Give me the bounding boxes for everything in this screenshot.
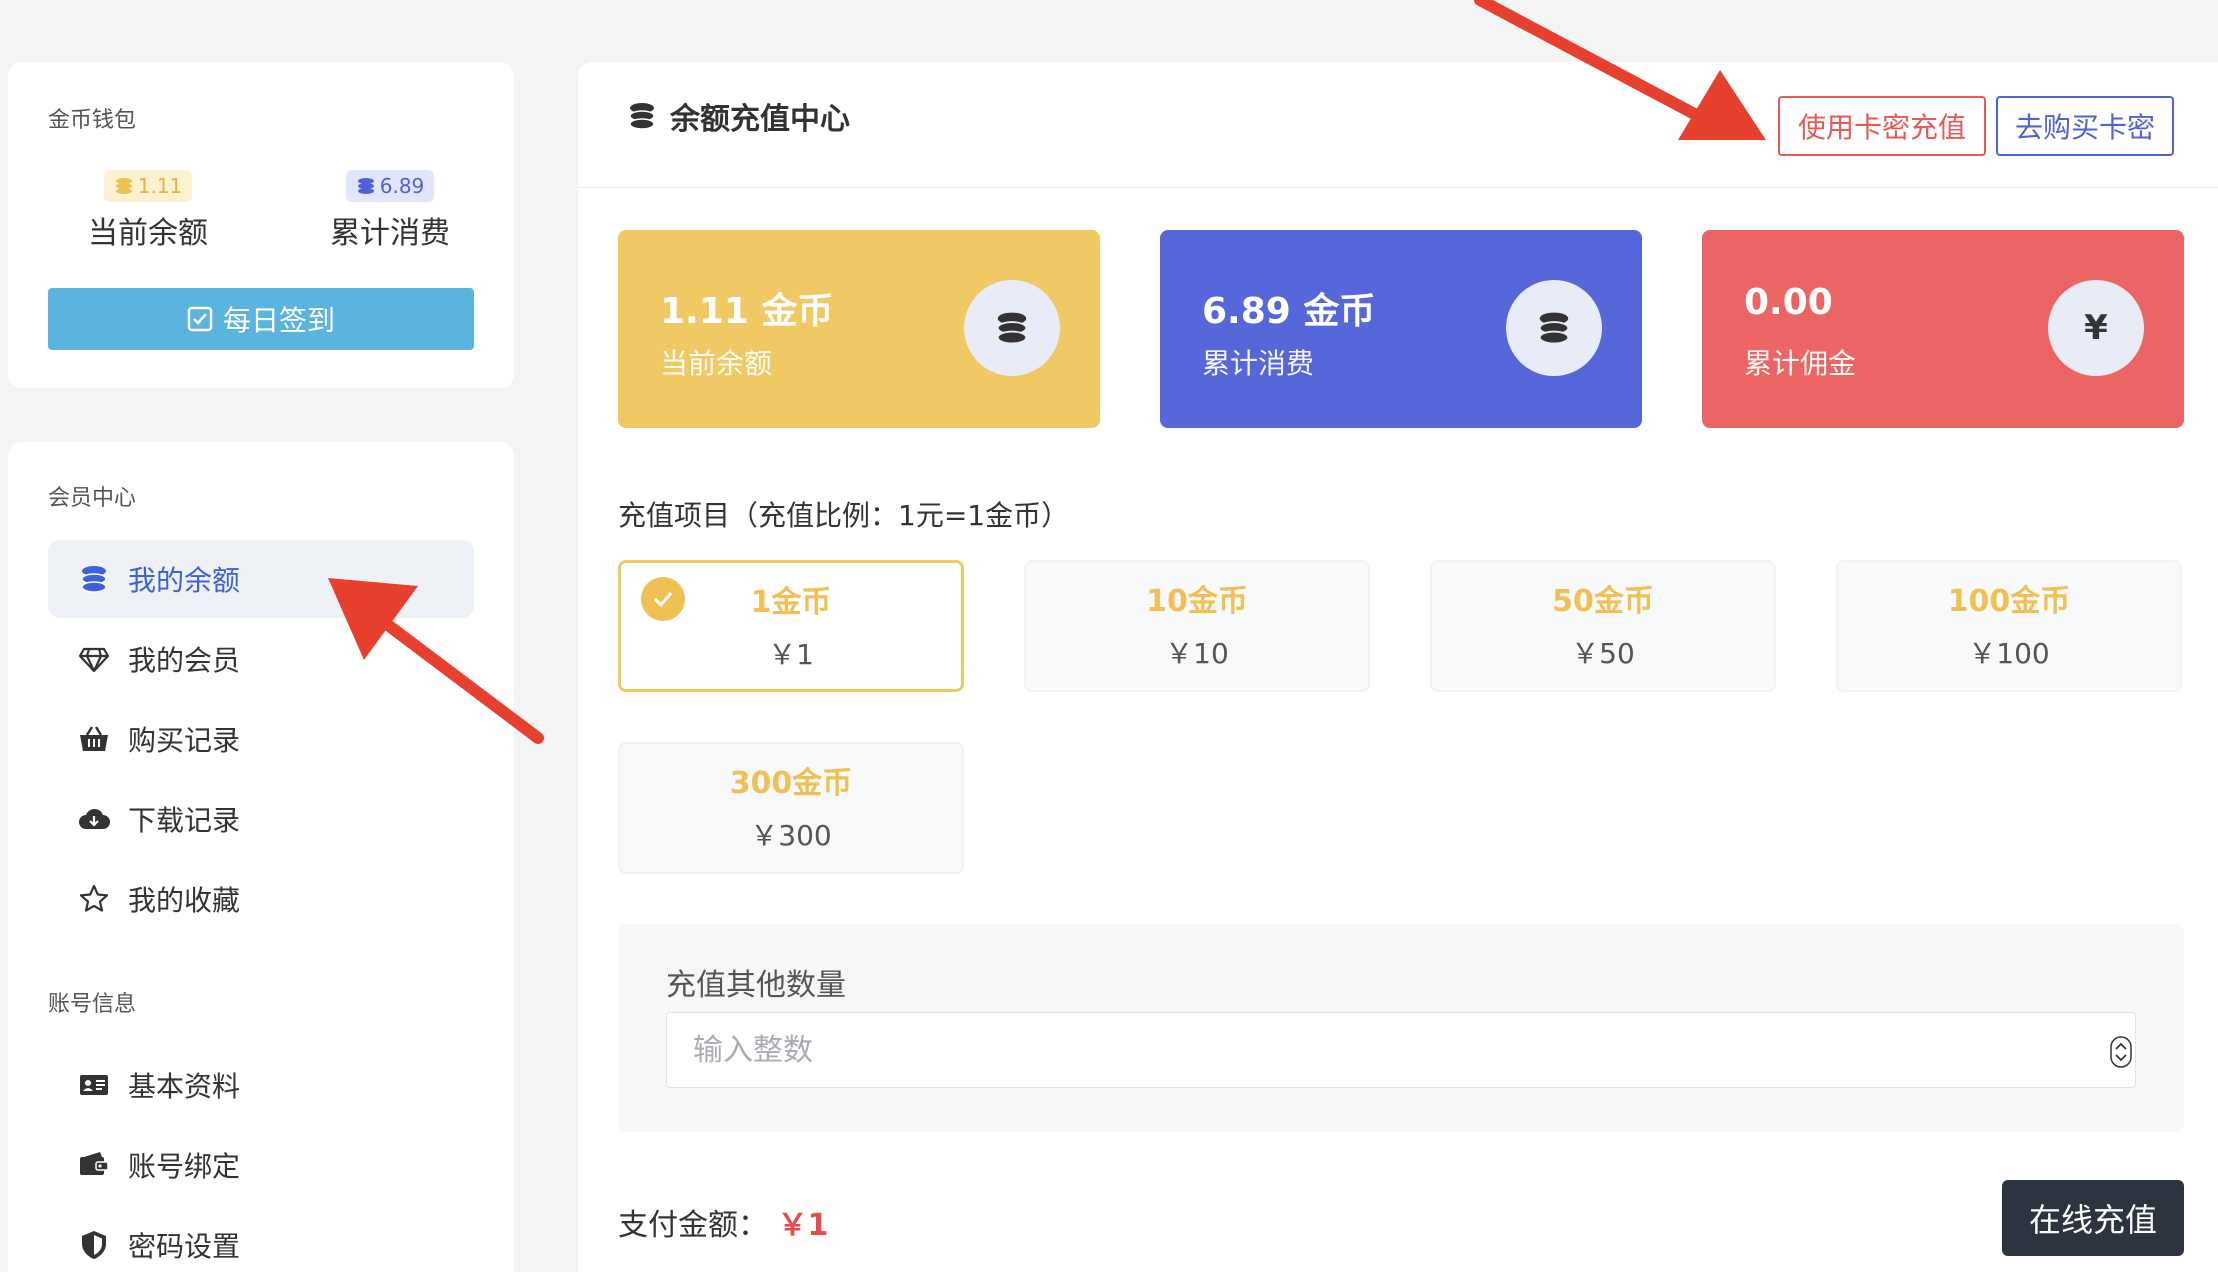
other-amount-input[interactable]	[666, 1012, 2136, 1088]
balance-value: 1.11	[137, 174, 183, 198]
use-card-recharge-button[interactable]: 使用卡密充值	[1778, 96, 1986, 156]
pay-amount-label: 支付金额：	[618, 1208, 768, 1243]
sidebar-item-label: 基本资料	[128, 1070, 241, 1103]
sidebar-item-password[interactable]: 密码设置	[48, 1206, 474, 1272]
option-price: ￥50	[1571, 637, 1635, 670]
sidebar-item-membership[interactable]: 我的会员	[48, 620, 474, 698]
buy-card-button[interactable]: 去购买卡密	[1996, 96, 2174, 156]
pay-amount-row: 支付金额： ￥1	[618, 1200, 828, 1244]
sidebar-item-label: 下载记录	[128, 804, 241, 837]
spent-card: 6.89 金币 累计消费	[1160, 230, 1642, 428]
pay-amount-value: ￥1	[777, 1208, 829, 1243]
coins-icon	[964, 280, 1060, 376]
daily-checkin-button[interactable]: 每日签到	[48, 288, 474, 350]
coins-icon	[115, 178, 132, 194]
option-price: ￥1	[768, 638, 814, 671]
sidebar-item-binding[interactable]: 账号绑定	[48, 1126, 474, 1204]
option-coins: 300金币	[729, 766, 853, 801]
recharge-option-10[interactable]: 10金币 ￥10	[1024, 560, 1370, 692]
commission-card-label: 累计佣金	[1744, 347, 1857, 380]
balance-label: 当前余额	[88, 216, 208, 251]
commission-card-value: 0.00	[1744, 282, 1833, 323]
page-title: 余额充值中心	[626, 94, 850, 138]
coins-icon	[1506, 280, 1602, 376]
recharge-option-50[interactable]: 50金币 ￥50	[1430, 560, 1776, 692]
recharge-option-1[interactable]: 1金币 ￥1	[618, 560, 964, 692]
option-price: ￥300	[750, 819, 832, 852]
wallet-panel: 金币钱包 1.11 当前余额 6.89 累计消费 每日签到	[8, 62, 514, 388]
balance-card-value: 1.11 金币	[660, 291, 834, 332]
balance-card: 1.11 金币 当前余额	[618, 230, 1100, 428]
id-card-icon	[80, 1075, 108, 1095]
balance-card-label: 当前余额	[660, 347, 773, 380]
yen-icon: ¥	[2048, 280, 2144, 376]
spent-card-label: 累计消费	[1202, 347, 1315, 380]
sidebar-item-label: 购买记录	[128, 724, 241, 757]
sidebar-item-purchases[interactable]: 购买记录	[48, 700, 474, 778]
wallet-title: 金币钱包	[48, 108, 137, 133]
sidebar-nav: 会员中心 我的余额 我的会员 购买记录 下载记录 我的收藏 账号信息 基本资料 …	[8, 442, 514, 1272]
sidebar-item-balance[interactable]: 我的余额	[48, 540, 474, 618]
sidebar-item-profile[interactable]: 基本资料	[48, 1046, 474, 1124]
check-icon	[641, 577, 685, 621]
checkbox-icon	[187, 306, 213, 332]
sidebar-item-label: 我的收藏	[128, 884, 241, 917]
recharge-option-100[interactable]: 100金币 ￥100	[1836, 560, 2182, 692]
commission-card: 0.00 累计佣金 ¥	[1702, 230, 2184, 428]
spent-label: 累计消费	[330, 216, 450, 251]
account-info-title: 账号信息	[48, 992, 137, 1017]
basket-icon	[80, 726, 108, 751]
coins-icon	[357, 178, 374, 194]
wallet-bind-icon	[80, 1152, 109, 1175]
option-coins: 10金币	[1146, 584, 1248, 619]
coins-icon	[81, 566, 107, 593]
sidebar-item-favorites[interactable]: 我的收藏	[48, 860, 474, 938]
wallet-balance-stat: 1.11 当前余额	[38, 170, 258, 252]
option-price: ￥10	[1165, 637, 1229, 670]
spent-card-value: 6.89 金币	[1202, 291, 1376, 332]
coins-icon	[629, 103, 655, 130]
wallet-spent-stat: 6.89 累计消费	[280, 170, 500, 252]
sidebar-item-label: 密码设置	[128, 1230, 241, 1263]
balance-badge: 1.11	[103, 170, 193, 202]
diamond-icon	[78, 647, 110, 673]
option-coins: 100金币	[1947, 584, 2071, 619]
sidebar-item-label: 账号绑定	[128, 1150, 241, 1183]
other-amount-label: 充值其他数量	[666, 968, 846, 1003]
cloud-download-icon	[79, 808, 110, 829]
sidebar-item-label: 我的余额	[128, 564, 241, 597]
star-icon	[79, 884, 109, 912]
number-stepper-icon[interactable]	[2110, 1036, 2132, 1068]
member-center-title: 会员中心	[48, 486, 137, 511]
page-title-text: 余额充值中心	[670, 102, 850, 137]
recharge-option-300[interactable]: 300金币 ￥300	[618, 742, 964, 874]
recharge-options-title: 充值项目（充值比例：1元=1金币）	[618, 499, 1070, 532]
option-price: ￥100	[1968, 637, 2050, 670]
main-header: 余额充值中心 使用卡密充值 去购买卡密	[578, 62, 2218, 188]
sidebar-item-downloads[interactable]: 下载记录	[48, 780, 474, 858]
online-recharge-button[interactable]: 在线充值	[2002, 1180, 2184, 1256]
checkin-label: 每日签到	[222, 304, 335, 337]
main-panel: 余额充值中心 使用卡密充值 去购买卡密 1.11 金币 当前余额 6.89 金币…	[578, 62, 2218, 1272]
shield-icon	[82, 1231, 106, 1259]
spent-badge: 6.89	[345, 170, 435, 202]
sidebar-item-label: 我的会员	[128, 644, 241, 677]
option-coins: 50金币	[1552, 584, 1654, 619]
spent-value: 6.89	[379, 174, 425, 198]
other-amount-section: 充值其他数量	[618, 924, 2184, 1132]
